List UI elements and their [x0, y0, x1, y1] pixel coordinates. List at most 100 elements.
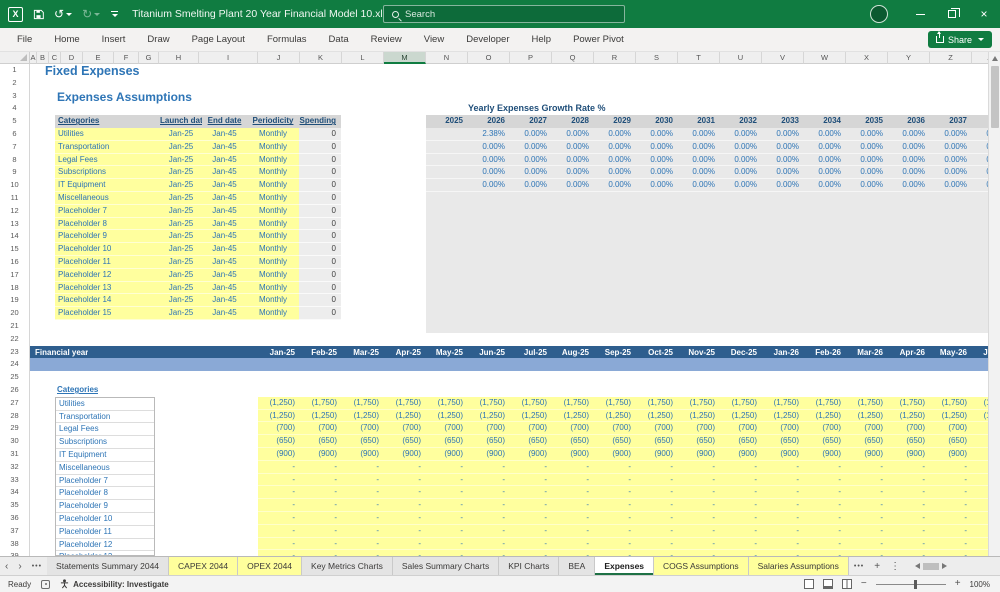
cell[interactable]: -: [678, 474, 720, 487]
cell[interactable]: Monthly: [247, 269, 299, 282]
cell[interactable]: Monthly: [247, 205, 299, 218]
cell[interactable]: -: [468, 499, 510, 512]
cell[interactable]: 0.00%: [720, 128, 762, 141]
cell[interactable]: -: [678, 499, 720, 512]
cell[interactable]: -: [930, 525, 972, 538]
cell[interactable]: (1,250): [846, 410, 888, 423]
share-button[interactable]: Share: [928, 31, 992, 48]
month-header-jan-26[interactable]: Jan-26: [762, 346, 804, 359]
cell[interactable]: -: [846, 461, 888, 474]
sheet-tab-salaries-assumptions[interactable]: Salaries Assumptions: [749, 557, 849, 575]
cell[interactable]: Monthly: [247, 307, 299, 320]
cell[interactable]: Miscellaneous: [55, 192, 160, 205]
cell[interactable]: (1,750): [930, 397, 972, 410]
zoom-level[interactable]: 100%: [970, 580, 990, 589]
category-list-item[interactable]: Legal Fees: [56, 423, 154, 436]
cell[interactable]: -: [426, 525, 468, 538]
cell[interactable]: 0.00%: [804, 179, 846, 192]
cell[interactable]: -: [762, 538, 804, 551]
cell[interactable]: (1,750): [846, 397, 888, 410]
month-header-nov-25[interactable]: Nov-25: [678, 346, 720, 359]
cell[interactable]: 0.00%: [552, 128, 594, 141]
cell[interactable]: -: [804, 461, 846, 474]
cell[interactable]: -: [342, 486, 384, 499]
cell[interactable]: (1,750): [426, 397, 468, 410]
cell[interactable]: -: [888, 486, 930, 499]
ribbon-tab-draw[interactable]: Draw: [136, 28, 180, 51]
cell[interactable]: -: [636, 474, 678, 487]
cell[interactable]: -: [972, 499, 988, 512]
cell[interactable]: -: [762, 486, 804, 499]
month-header-jan-25[interactable]: Jan-25: [258, 346, 300, 359]
cell[interactable]: Jan-45: [202, 166, 247, 179]
cell[interactable]: (900): [762, 448, 804, 461]
cell[interactable]: -: [384, 486, 426, 499]
cell[interactable]: (1,750): [510, 397, 552, 410]
cell[interactable]: Jan-25: [160, 243, 202, 256]
cell[interactable]: 0.00%: [594, 166, 636, 179]
cell[interactable]: -: [594, 461, 636, 474]
cell[interactable]: Monthly: [247, 192, 299, 205]
cell[interactable]: 0.00%: [930, 128, 972, 141]
cell[interactable]: (700): [930, 422, 972, 435]
cell[interactable]: (1,750): [972, 397, 988, 410]
cell[interactable]: 0.00%: [510, 154, 552, 167]
cell[interactable]: -: [384, 461, 426, 474]
cell[interactable]: Jan-45: [202, 230, 247, 243]
cell[interactable]: -: [342, 461, 384, 474]
cell[interactable]: -: [426, 512, 468, 525]
cell[interactable]: (650): [300, 435, 342, 448]
cell[interactable]: 0.00%: [846, 179, 888, 192]
cell[interactable]: -: [762, 461, 804, 474]
cell[interactable]: (1,250): [426, 410, 468, 423]
cell[interactable]: -: [678, 461, 720, 474]
cell[interactable]: -: [258, 499, 300, 512]
cell[interactable]: (650): [468, 435, 510, 448]
cell[interactable]: 0.00%: [468, 179, 510, 192]
cell[interactable]: Monthly: [247, 166, 299, 179]
cell[interactable]: -: [846, 512, 888, 525]
cell[interactable]: -: [720, 525, 762, 538]
cell[interactable]: 0.00%: [804, 141, 846, 154]
cell[interactable]: 0.00%: [762, 154, 804, 167]
cell[interactable]: (900): [888, 448, 930, 461]
cell[interactable]: 0.00%: [594, 179, 636, 192]
cell[interactable]: 0: [299, 256, 341, 269]
assumptions-header-spending[interactable]: Spending: [299, 115, 341, 128]
cell[interactable]: -: [300, 486, 342, 499]
cell[interactable]: (650): [930, 435, 972, 448]
cell[interactable]: (900): [636, 448, 678, 461]
month-header-jun-26[interactable]: Jun-26: [972, 346, 988, 359]
monthly-categories-label[interactable]: Categories: [57, 384, 98, 397]
month-header-apr-25[interactable]: Apr-25: [384, 346, 426, 359]
cell[interactable]: 0.00%: [972, 179, 988, 192]
cell[interactable]: 0: [299, 128, 341, 141]
cell[interactable]: (650): [384, 435, 426, 448]
cell[interactable]: 0.00%: [636, 141, 678, 154]
ribbon-tab-power-pivot[interactable]: Power Pivot: [562, 28, 635, 51]
cell[interactable]: 0: [299, 218, 341, 231]
category-list-item[interactable]: Miscellaneous: [56, 462, 154, 475]
cell[interactable]: 0: [299, 269, 341, 282]
cell[interactable]: -: [972, 512, 988, 525]
cell[interactable]: 0.00%: [636, 166, 678, 179]
cell[interactable]: -: [552, 474, 594, 487]
cell[interactable]: Transportation: [55, 141, 160, 154]
cell[interactable]: -: [636, 525, 678, 538]
cell[interactable]: (650): [846, 435, 888, 448]
cell[interactable]: (1,750): [594, 397, 636, 410]
cell[interactable]: -: [510, 512, 552, 525]
cell[interactable]: Jan-25: [160, 230, 202, 243]
cell[interactable]: (700): [888, 422, 930, 435]
cell[interactable]: Jan-45: [202, 269, 247, 282]
cell[interactable]: -: [804, 512, 846, 525]
cell[interactable]: -: [384, 474, 426, 487]
cell[interactable]: 0: [299, 294, 341, 307]
cell[interactable]: 0: [299, 166, 341, 179]
sheet-tab-expenses[interactable]: Expenses: [595, 557, 654, 575]
category-list-item[interactable]: Placeholder 10: [56, 513, 154, 526]
cell[interactable]: (650): [426, 435, 468, 448]
cell[interactable]: (650): [972, 435, 988, 448]
cell[interactable]: (1,250): [510, 410, 552, 423]
cell[interactable]: (1,750): [678, 397, 720, 410]
